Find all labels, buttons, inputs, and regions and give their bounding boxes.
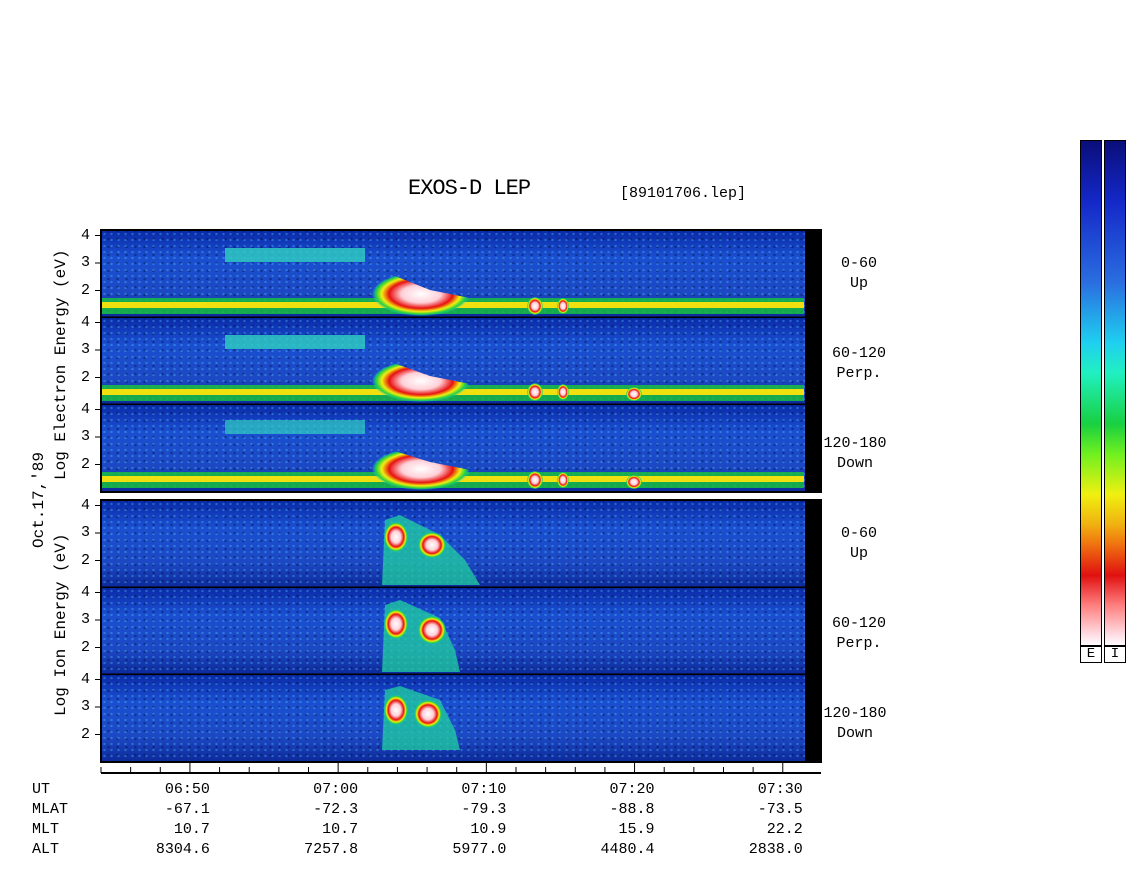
info-row-value: 15.9: [618, 821, 655, 838]
colorbar-label-e: E: [1080, 645, 1102, 663]
panel-label-i-up: 0-60 Up: [840, 525, 877, 562]
info-row-value: 07:20: [609, 781, 655, 798]
info-row-value: 7257.8: [304, 841, 359, 858]
info-row-label: MLT: [32, 821, 60, 838]
panel-label-e-up: 0-60 Up: [840, 255, 877, 292]
info-row-label: MLAT: [32, 801, 69, 818]
info-row-value: 07:10: [461, 781, 507, 798]
file-name: [89101706.lep]: [620, 185, 747, 202]
electron-panel-perp: [101, 317, 821, 406]
y-tick-label: 4: [80, 496, 90, 514]
electron-panel-down: [101, 404, 821, 493]
info-row-value: 22.2: [766, 821, 803, 838]
y-tick-label: 2: [80, 368, 90, 386]
info-row-value: 07:00: [313, 781, 359, 798]
y-tick-label: 3: [80, 524, 90, 541]
y-tick-label: 2: [80, 638, 90, 656]
date-label: Oct.17,'89: [30, 451, 48, 548]
info-row-value: 10.7: [173, 821, 210, 838]
ion-ylabel: Log Ion Energy (eV): [52, 533, 70, 716]
y-tick-label: 4: [80, 400, 90, 418]
y-tick-label: 4: [80, 313, 90, 331]
electron-ylabel: Log Electron Energy (eV): [52, 249, 70, 480]
info-row-value: 07:30: [757, 781, 803, 798]
info-row-value: 10.9: [470, 821, 507, 838]
info-row-label: UT: [32, 781, 51, 798]
y-tick-label: 3: [80, 698, 90, 715]
info-row-value: -88.8: [609, 801, 655, 818]
info-row-value: -79.3: [461, 801, 507, 818]
colorbar-label-i: I: [1104, 645, 1126, 663]
y-tick-label: 2: [80, 551, 90, 569]
y-tick-label: 2: [80, 281, 90, 299]
info-row-value: 06:50: [164, 781, 210, 798]
ion-panel-down: [101, 674, 821, 763]
ion-panel-up: [101, 500, 821, 589]
panel-label-i-down: 120-180 Down: [823, 705, 887, 742]
info-row-value: -73.5: [757, 801, 803, 818]
info-row-value: 10.7: [322, 821, 359, 838]
info-row-value: -72.3: [313, 801, 359, 818]
info-row-value: 5977.0: [452, 841, 507, 858]
y-tick-label: 2: [80, 455, 90, 473]
chart-title: EXOS-D LEP: [408, 176, 531, 201]
info-row-label: ALT: [32, 841, 60, 858]
y-tick-label: 3: [80, 428, 90, 445]
y-tick-label: 2: [80, 725, 90, 743]
info-row-value: 2838.0: [748, 841, 803, 858]
y-tick-label: 4: [80, 583, 90, 601]
panel-label-e-down: 120-180 Down: [823, 435, 887, 472]
panel-label-i-perp: 60-120 Perp.: [831, 615, 886, 652]
ion-panel-perp: [101, 587, 821, 676]
info-row-value: -67.1: [164, 801, 210, 818]
y-tick-label: 3: [80, 254, 90, 271]
y-tick-label: 4: [80, 226, 90, 244]
electron-panel-up: [101, 230, 821, 319]
info-row-value: 8304.6: [155, 841, 210, 858]
info-row-value: 4480.4: [600, 841, 655, 858]
y-tick-label: 3: [80, 341, 90, 358]
colorbar-ion: [1104, 140, 1126, 647]
y-tick-label: 4: [80, 670, 90, 688]
panel-label-e-perp: 60-120 Perp.: [831, 345, 886, 382]
y-tick-label: 3: [80, 611, 90, 628]
colorbar-electron: [1080, 140, 1102, 647]
